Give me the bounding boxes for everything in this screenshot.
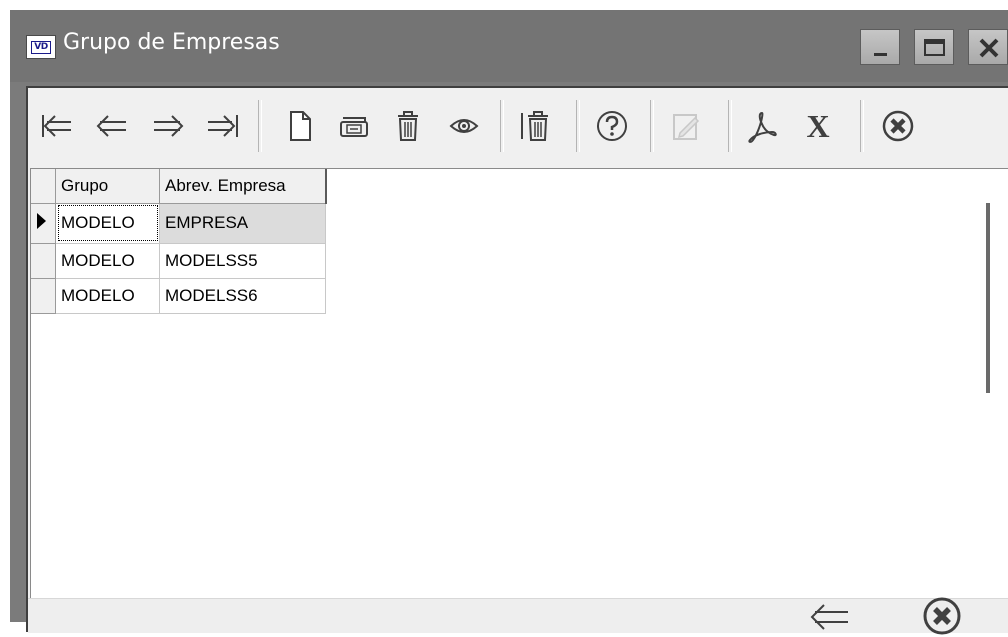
new-record-button[interactable]	[278, 102, 322, 150]
view-button[interactable]	[442, 102, 486, 150]
table-row[interactable]: MODELO EMPRESA	[31, 203, 326, 244]
pdf-icon	[748, 111, 777, 143]
scrollbar-thumb[interactable]	[986, 203, 990, 393]
app-icon-text: VD	[31, 40, 51, 54]
back-button[interactable]	[808, 597, 852, 637]
help-button[interactable]	[590, 102, 634, 150]
open-folder-icon	[340, 117, 368, 137]
current-row-indicator	[31, 203, 56, 244]
header-indicator	[31, 169, 56, 204]
close-circle-icon	[923, 597, 961, 635]
vertical-scrollbar[interactable]	[967, 169, 1007, 597]
toolbar-separator	[728, 100, 732, 152]
row-pointer-icon	[37, 212, 46, 229]
close-screen-button[interactable]	[876, 102, 920, 150]
delete-trash-icon	[398, 111, 418, 141]
help-icon	[597, 111, 627, 141]
app-window: VD Grupo de Empresas X Grupo Abrev. Empr…	[10, 10, 1008, 635]
cell-grupo[interactable]: MODELO	[55, 203, 160, 244]
header-row: Grupo Abrev. Empresa	[31, 169, 327, 204]
toolbar-separator	[576, 100, 580, 152]
table-row[interactable]: MODELO MODELSS6	[31, 278, 326, 314]
maximize-icon	[924, 39, 945, 56]
close-form-button[interactable]	[920, 595, 964, 637]
cell-grupo[interactable]: MODELO	[55, 243, 160, 279]
previous-record-icon	[96, 115, 126, 137]
column-header-abrev-empresa[interactable]: Abrev. Empresa	[159, 169, 327, 204]
close-circle-icon	[882, 110, 914, 142]
table-row[interactable]: MODELO MODELSS5	[31, 243, 326, 279]
view-eye-icon	[449, 119, 479, 133]
last-record-button[interactable]	[202, 102, 246, 150]
first-record-icon	[42, 115, 71, 137]
maximize-button[interactable]	[914, 29, 954, 65]
minimize-button[interactable]	[860, 29, 900, 65]
edit-button[interactable]	[664, 102, 708, 150]
title-bar[interactable]: VD Grupo de Empresas	[10, 10, 1008, 82]
new-document-icon	[290, 111, 311, 141]
row-indicator	[31, 278, 56, 314]
column-header-grupo[interactable]: Grupo	[55, 169, 160, 204]
edit-icon	[673, 114, 700, 140]
window-title: Grupo de Empresas	[63, 30, 280, 55]
cell-abrev-empresa[interactable]: MODELSS6	[159, 278, 326, 314]
toolbar-separator	[258, 100, 262, 152]
first-record-button[interactable]	[34, 102, 78, 150]
back-arrow-icon	[810, 604, 848, 630]
pdf-export-button[interactable]	[740, 102, 784, 150]
excel-icon: X	[806, 107, 830, 144]
previous-record-button[interactable]	[90, 102, 134, 150]
next-record-icon	[154, 115, 184, 137]
excel-export-button[interactable]: X	[796, 102, 840, 150]
delete-all-button[interactable]	[514, 102, 558, 150]
open-button[interactable]	[332, 102, 376, 150]
toolbar: X	[28, 88, 1008, 168]
app-icon[interactable]: VD	[26, 35, 56, 59]
cell-abrev-empresa[interactable]: EMPRESA	[159, 203, 326, 244]
close-button[interactable]	[968, 29, 1008, 65]
toolbar-separator	[860, 100, 864, 152]
next-record-button[interactable]	[146, 102, 190, 150]
cell-grupo[interactable]: MODELO	[55, 278, 160, 314]
last-record-icon	[208, 115, 238, 137]
content-panel: X Grupo Abrev. Empresa MODELO EMPRESA MO…	[26, 86, 1008, 635]
delete-button[interactable]	[386, 102, 430, 150]
bottom-bar	[28, 597, 1008, 635]
delete-all-icon	[521, 111, 548, 141]
grid-table: Grupo Abrev. Empresa MODELO EMPRESA MODE…	[31, 169, 327, 314]
toolbar-separator	[500, 100, 504, 152]
cell-abrev-empresa[interactable]: MODELSS5	[159, 243, 326, 279]
toolbar-separator	[650, 100, 654, 152]
close-icon	[979, 38, 999, 58]
row-indicator	[31, 243, 56, 279]
data-grid[interactable]: Grupo Abrev. Empresa MODELO EMPRESA MODE…	[30, 168, 1008, 598]
minimize-icon	[874, 53, 887, 56]
